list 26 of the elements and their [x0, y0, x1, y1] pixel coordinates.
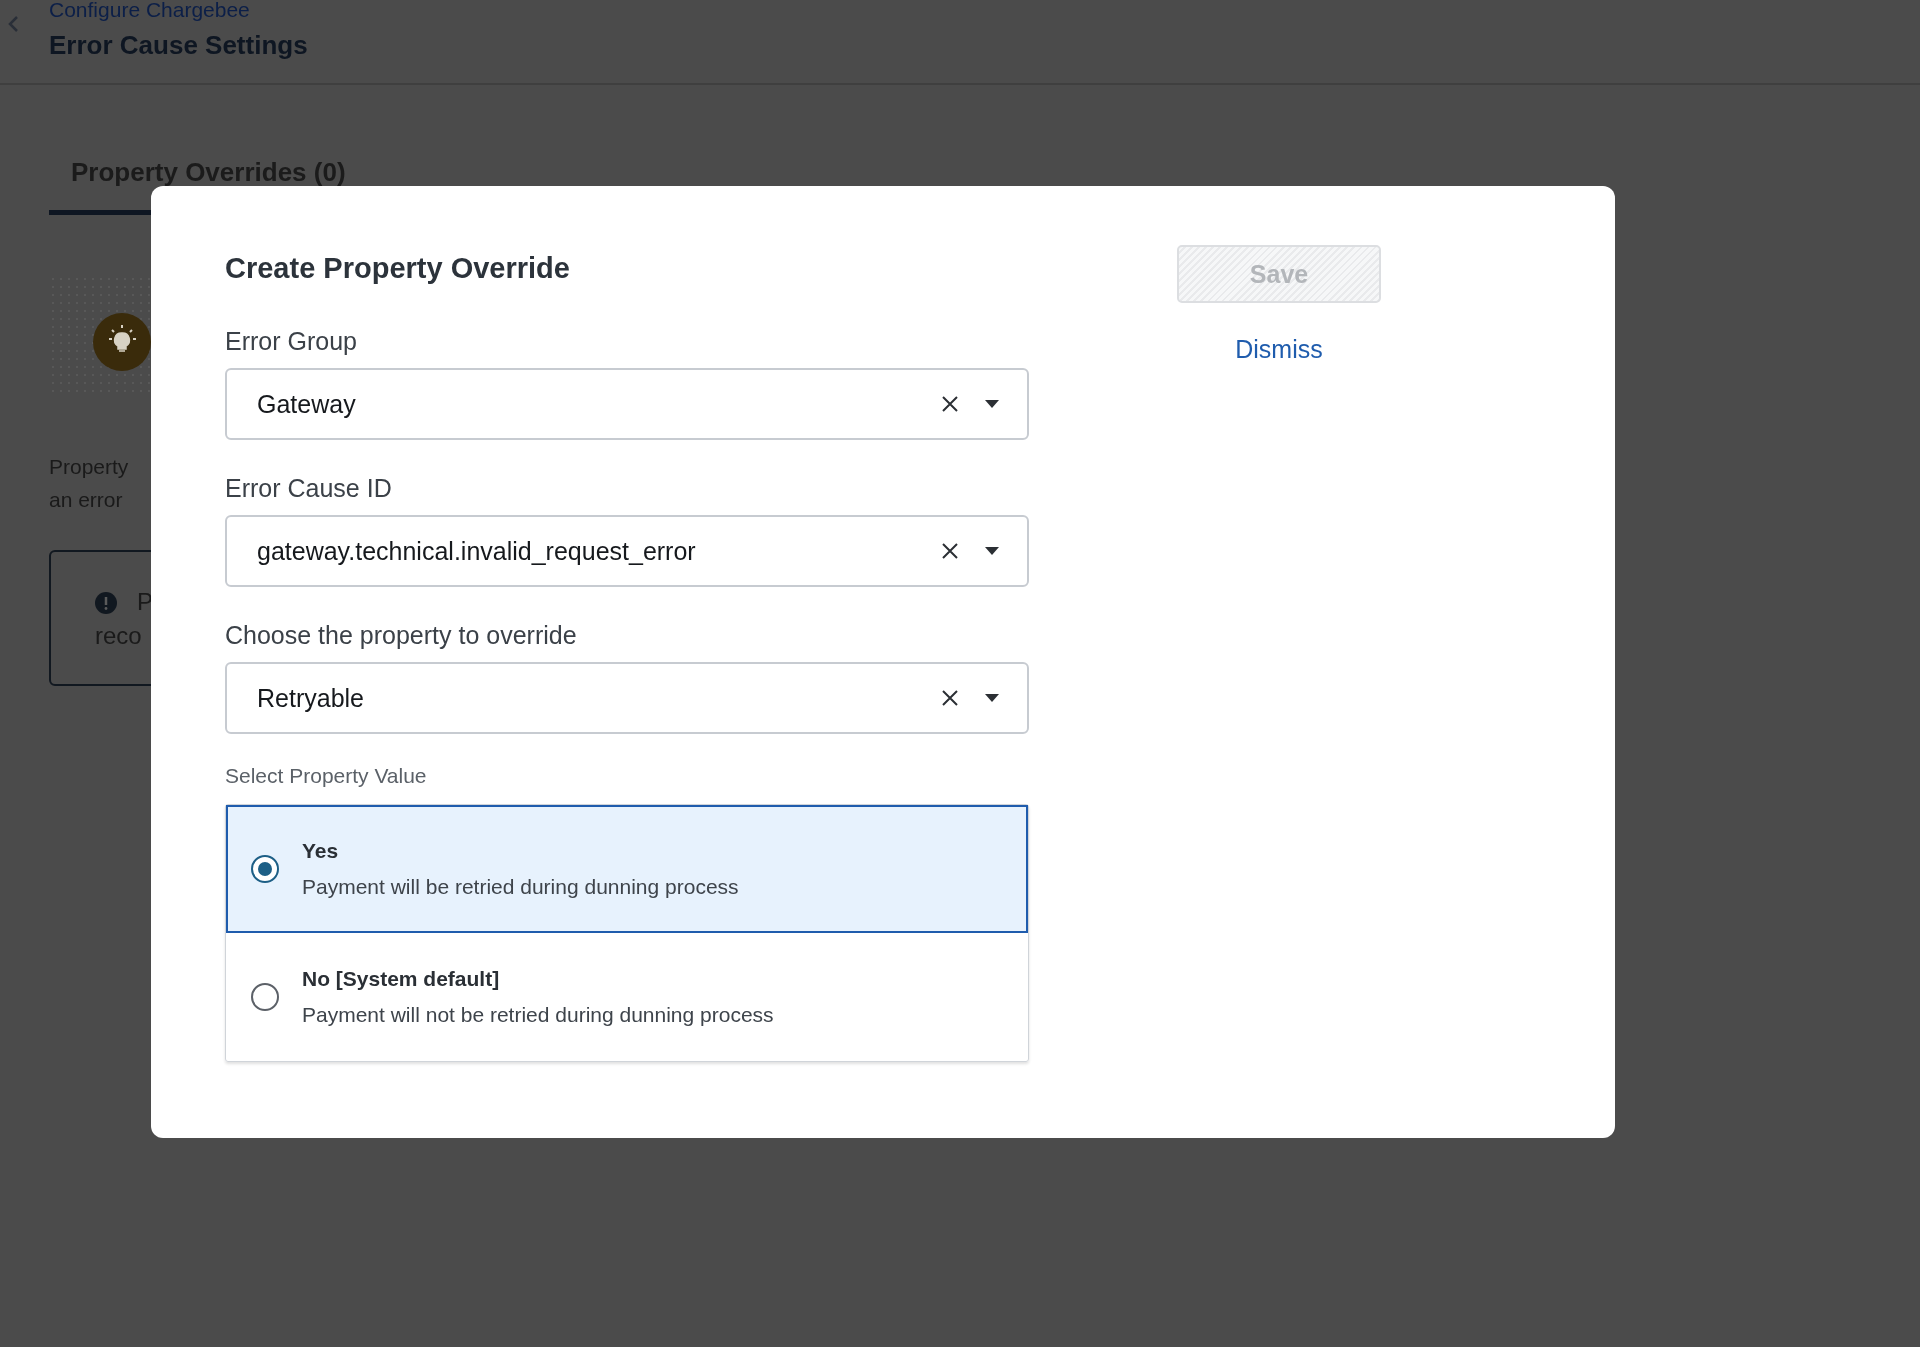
- caret-icon[interactable]: [985, 547, 999, 555]
- radio-option[interactable]: Yes Payment will be retried during dunning process: [226, 805, 1028, 933]
- dismiss-link[interactable]: Dismiss: [1235, 335, 1323, 364]
- radio-option[interactable]: No [System default] Payment will not be retried during dunning process: [226, 933, 1028, 1061]
- option-title: Yes: [302, 839, 340, 863]
- field-label: Select Property Value: [225, 764, 428, 788]
- option-description: Payment will be retried during dunning process: [302, 875, 739, 899]
- caret-icon[interactable]: [985, 694, 999, 702]
- modal-title: Create Property Override: [225, 252, 571, 285]
- radio-button[interactable]: [250, 982, 280, 1012]
- option-description: Payment will not be retried during dunning process: [302, 1003, 774, 1027]
- page-title: Error Cause Settings: [49, 30, 308, 61]
- field-label: Choose the property to override: [225, 621, 578, 650]
- clear-icon[interactable]: [941, 689, 959, 707]
- field-label: Error Cause ID: [225, 474, 393, 503]
- select-field[interactable]: Retryable: [225, 662, 1029, 734]
- select-field[interactable]: gateway.technical.invalid_request_error: [225, 515, 1029, 587]
- clear-icon[interactable]: [941, 542, 959, 560]
- radio-button[interactable]: [250, 854, 280, 884]
- exclamation-icon: [95, 592, 117, 614]
- option-title: No [System default]: [302, 967, 501, 991]
- select-field[interactable]: Gateway: [225, 368, 1029, 440]
- clear-icon[interactable]: [941, 395, 959, 413]
- lightbulb-icon: [93, 313, 151, 371]
- caret-icon[interactable]: [985, 400, 999, 408]
- field-label: Error Group: [225, 327, 358, 356]
